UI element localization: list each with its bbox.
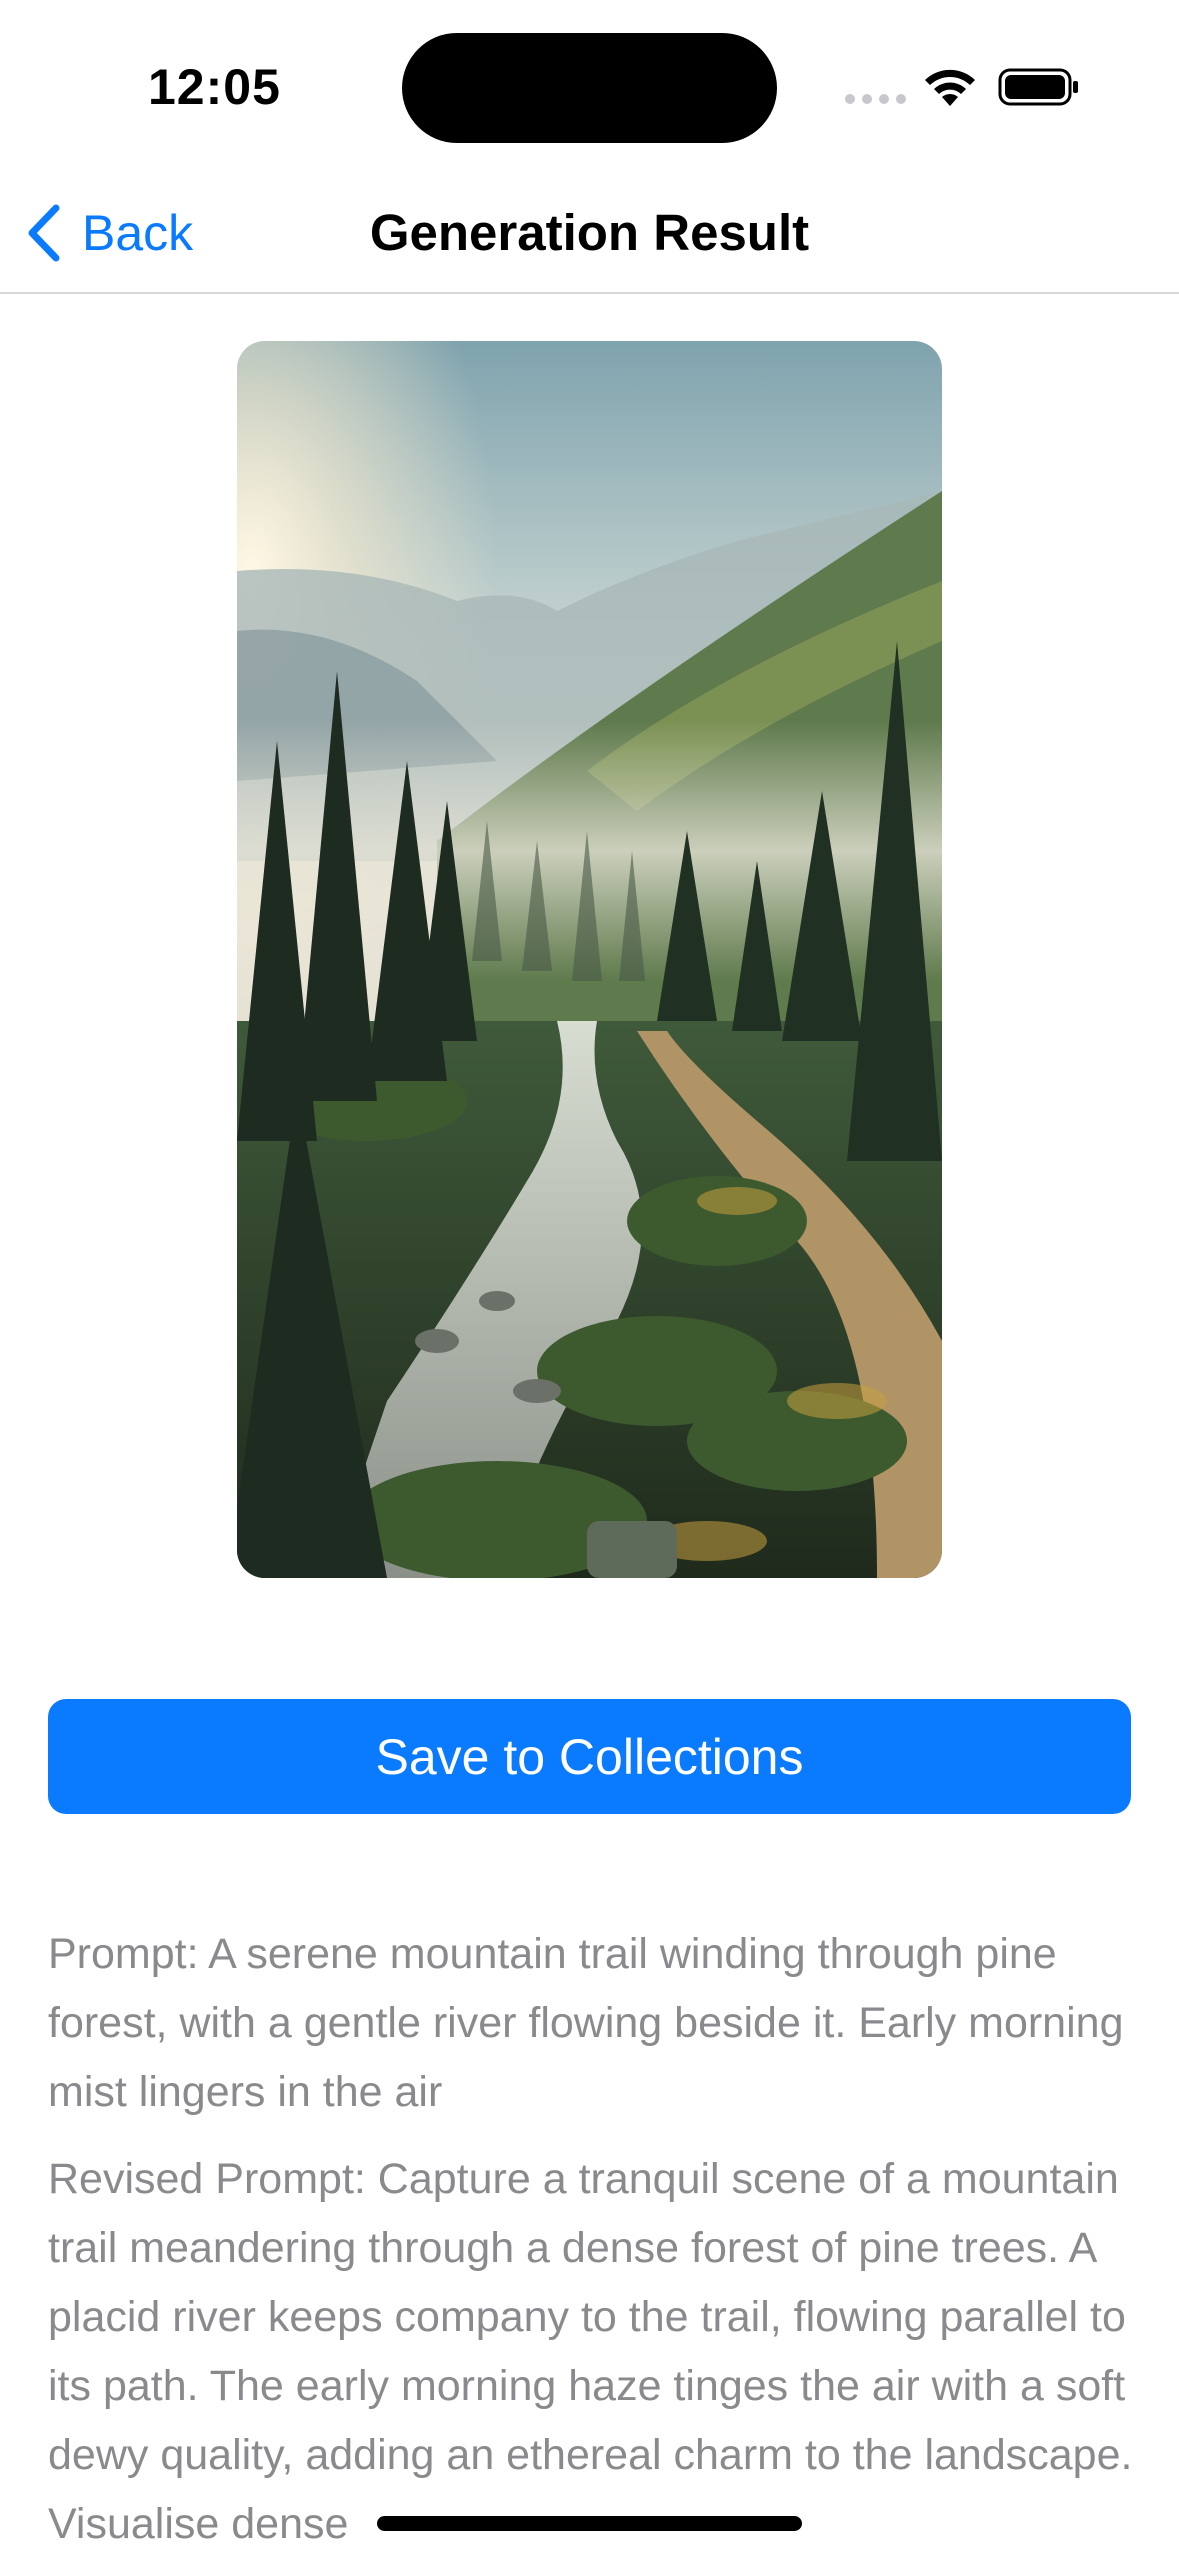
dynamic-island xyxy=(402,33,777,143)
status-bar: 12:05 xyxy=(0,0,1179,170)
prompt-text: Prompt: A serene mountain trail winding … xyxy=(48,1930,1124,2116)
battery-icon xyxy=(998,68,1078,106)
wifi-icon xyxy=(925,69,975,106)
revised-prompt-text: Revised Prompt: Capture a tranquil scene… xyxy=(48,2155,1133,2548)
navigation-bar: Back Generation Result xyxy=(0,170,1179,294)
home-indicator[interactable] xyxy=(377,2516,802,2531)
save-to-collections-button[interactable]: Save to Collections xyxy=(48,1699,1131,1814)
status-time: 12:05 xyxy=(148,59,281,115)
generated-image[interactable] xyxy=(237,341,942,1578)
page-title: Generation Result xyxy=(369,204,810,261)
landscape-image xyxy=(237,341,942,1578)
cellular-signal-icon xyxy=(845,94,906,104)
